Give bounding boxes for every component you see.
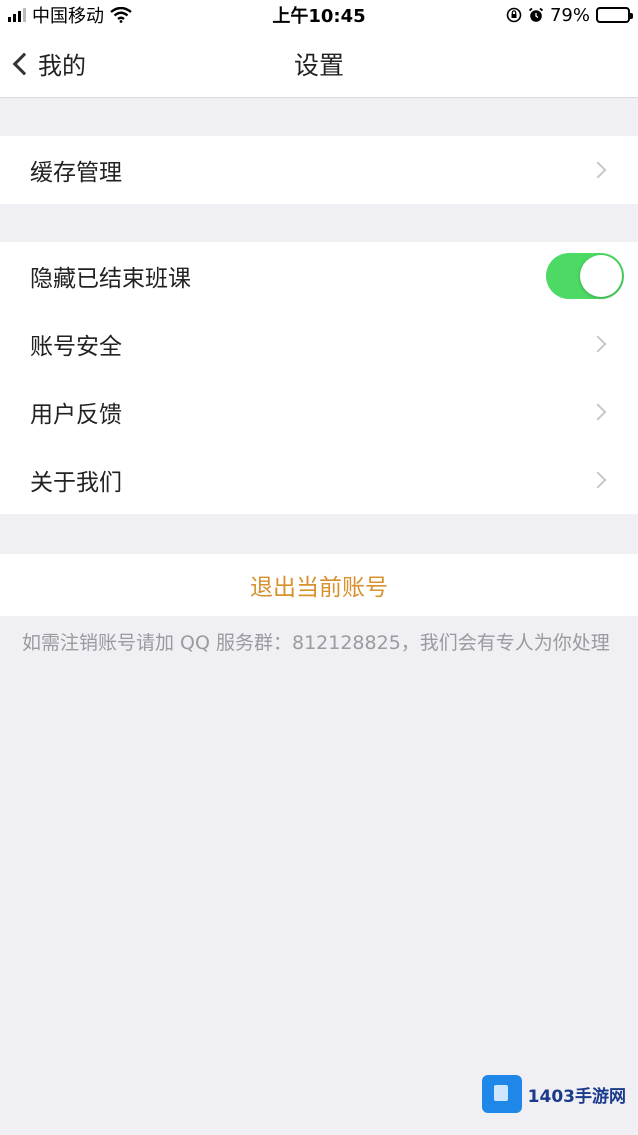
nav-bar: 我的 设置 bbox=[0, 30, 638, 98]
cache-management-row[interactable]: 缓存管理 bbox=[0, 136, 638, 204]
user-feedback-row[interactable]: 用户反馈 bbox=[0, 378, 638, 446]
about-us-label: 关于我们 bbox=[30, 470, 122, 496]
alarm-icon bbox=[528, 7, 544, 22]
back-label: 我的 bbox=[38, 52, 86, 80]
status-right: 79% bbox=[506, 4, 633, 26]
chevron-right-icon bbox=[589, 471, 607, 489]
account-security-label: 账号安全 bbox=[30, 334, 122, 360]
hide-finished-classes-toggle[interactable] bbox=[546, 253, 624, 299]
status-bar: 中国移动 上午10:45 79% bbox=[0, 0, 638, 30]
signal-icon bbox=[8, 8, 26, 22]
watermark-logo-icon bbox=[481, 1075, 522, 1113]
logout-button[interactable]: 退出当前账号 bbox=[250, 568, 388, 602]
toggle-knob bbox=[580, 255, 622, 297]
battery-percent: 79% bbox=[549, 4, 590, 26]
carrier-label: 中国移动 bbox=[32, 6, 104, 27]
chevron-left-icon bbox=[12, 52, 36, 75]
hide-finished-classes-label: 隐藏已结束班课 bbox=[30, 266, 191, 292]
user-feedback-label: 用户反馈 bbox=[30, 402, 122, 428]
site-watermark: 1403手游网 bbox=[481, 1075, 626, 1113]
settings-group-cache: 缓存管理 bbox=[0, 136, 638, 204]
chevron-right-icon bbox=[589, 403, 607, 421]
deregister-note: 如需注销账号请加 QQ 服务群：812128825，我们会有专人为你处理 bbox=[22, 632, 610, 654]
wifi-icon bbox=[110, 7, 132, 23]
status-left: 中国移动 bbox=[8, 2, 132, 28]
cache-management-label: 缓存管理 bbox=[30, 160, 122, 186]
page-title: 设置 bbox=[293, 50, 344, 80]
account-security-row[interactable]: 账号安全 bbox=[0, 310, 638, 378]
watermark-text: 1403手游网 bbox=[527, 1086, 626, 1107]
chevron-right-icon bbox=[589, 161, 607, 179]
back-button[interactable]: 我的 bbox=[12, 30, 86, 97]
hide-finished-classes-row: 隐藏已结束班课 bbox=[0, 242, 638, 310]
battery-icon bbox=[596, 7, 633, 23]
logout-section: 退出当前账号 bbox=[0, 554, 638, 616]
chevron-right-icon bbox=[589, 335, 607, 353]
settings-group-main: 隐藏已结束班课 账号安全 用户反馈 关于我们 bbox=[0, 242, 638, 514]
about-us-row[interactable]: 关于我们 bbox=[0, 446, 638, 514]
orientation-lock-icon bbox=[506, 7, 522, 23]
